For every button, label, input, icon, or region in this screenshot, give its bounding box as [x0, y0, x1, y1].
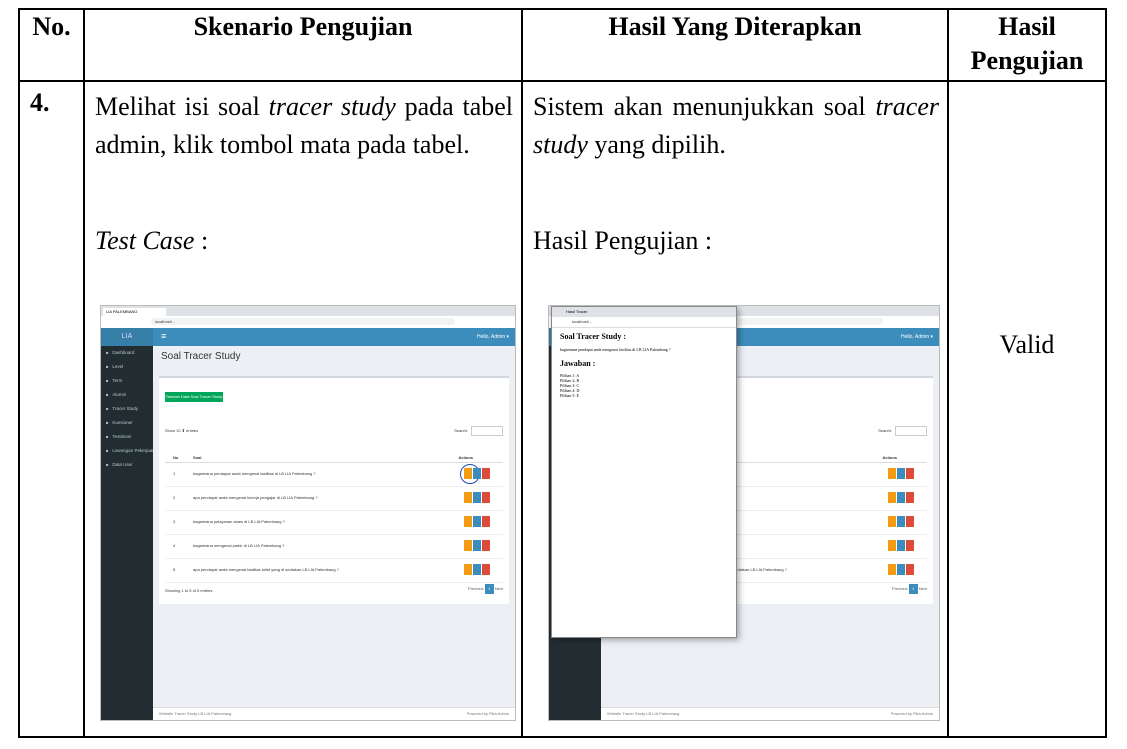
popup-option: Pilihan 5: E [560, 393, 579, 398]
user-menu: Hello, Admin ▾ [477, 334, 509, 340]
popup-heading: Soal Tracer Study : [560, 332, 627, 341]
search-field: Search: [454, 426, 503, 436]
showing-entries: Showing 1 to 5 of 5 entries [165, 588, 213, 593]
table-row: 4 bagaimana mengenai parkir di LB LIA Pal… [165, 534, 503, 559]
table-row: 5 apa pendapat anda mengenai fasilitas to… [165, 558, 503, 583]
scenario-text: Melihat isi soal tracer study pada tabel… [95, 92, 513, 159]
sidebar-item: Testimoni [101, 430, 153, 444]
footer: Website Tracer Study LB LIA Palembang Pow… [153, 707, 515, 720]
popup-question: bagaimana pendapat anda mengenai fasilit… [560, 347, 671, 352]
popup-address-bar: localhost/... [552, 317, 736, 328]
sidebar: Dashboard Level Term Alumni Tracer Study… [101, 346, 155, 720]
browser-tab: LIA PALEMBANG [103, 308, 166, 316]
table-row: 2 apa pendapat anda mengenai kinerja peng… [165, 486, 503, 511]
screenshot-admin-table: LIA PALEMBANG localhost/... LIA PALEMBAN… [100, 305, 516, 721]
screenshot-result: LIA PALEMBANG localhost/... LIA PALEMBAN… [548, 305, 940, 721]
header-hasil-pengujian: Hasil Pengujian [947, 8, 1107, 82]
pagination: Previous 1 Next [468, 584, 503, 594]
sidebar-item: Data User [101, 458, 153, 472]
result-valid: Valid [999, 330, 1055, 359]
expected-result-text: Sistem akan menunjukkan soal tracer stud… [533, 92, 939, 159]
result-popup-window: Hasil Tracer localhost/... Soal Tracer S… [551, 306, 737, 638]
sidebar-item: Dashboard [101, 346, 153, 360]
popup-tab: Hasil Tracer [552, 307, 736, 317]
brand-logo: LIA PALEMBANG [101, 328, 153, 358]
table-box: Tambah Data Soal Tracer Study Show 10 ⬍ … [159, 376, 509, 604]
sidebar-item: Term [101, 374, 153, 388]
header-no: No. [18, 8, 85, 82]
sidebar-item: Alumni [101, 388, 153, 402]
page-title: Soal Tracer Study [161, 351, 241, 362]
sidebar-item: Tracer Study [101, 402, 153, 416]
hamburger-icon: ≡ [161, 331, 167, 341]
add-question-button: Tambah Data Soal Tracer Study [165, 392, 223, 402]
test-case-label: Test Case : [95, 226, 209, 255]
row-number: 4. [30, 88, 50, 117]
table-row: 1 bagaimana pendapat anda mengenai fasili… [165, 462, 503, 487]
sidebar-item: Lowongan Pekerjaan [101, 444, 154, 458]
result-label: Hasil Pengujian : [533, 226, 713, 255]
sidebar-item: Level [101, 360, 153, 374]
popup-answer-heading: Jawaban : [560, 359, 596, 368]
sidebar-item: Kuesioner [101, 416, 153, 430]
address-bar: localhost/... [151, 318, 455, 325]
show-entries: Show 10 ⬍ entries [165, 428, 199, 433]
header-hasil-diterapkan: Hasil Yang Diterapkan [521, 8, 949, 82]
table-row: 3 bagaimana pelayanan staes di LB LIA Pal… [165, 510, 503, 535]
view-eye-button [464, 468, 472, 479]
header-skenario: Skenario Pengujian [83, 8, 523, 82]
